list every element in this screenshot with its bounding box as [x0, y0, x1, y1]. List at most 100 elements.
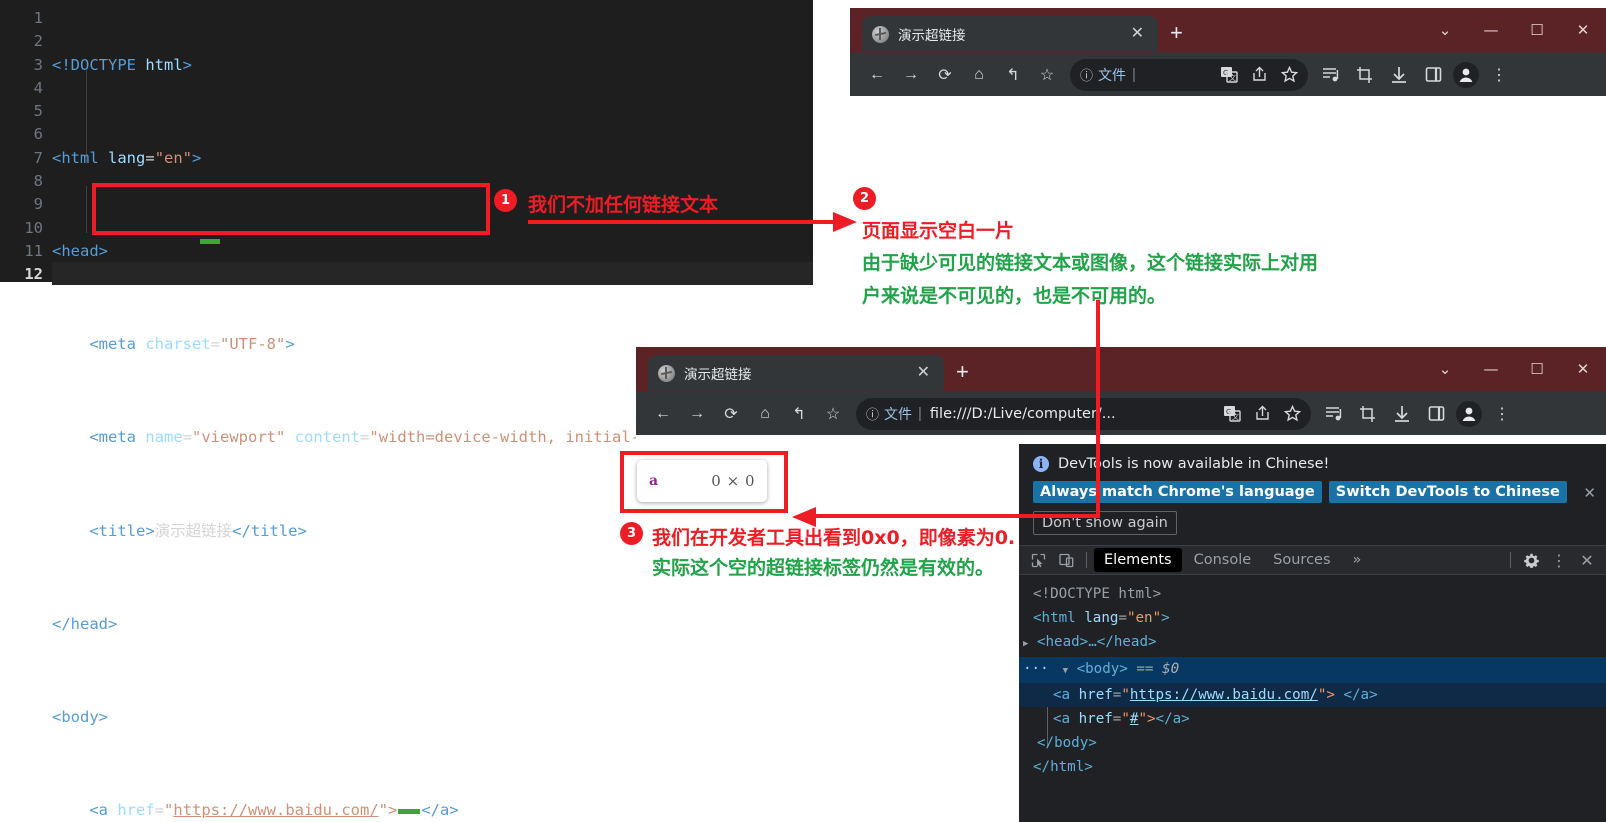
bookmark-star-icon[interactable] — [1274, 66, 1304, 83]
bookmark-star-icon[interactable]: ☆ — [816, 397, 850, 431]
home-icon[interactable]: ⌂ — [962, 58, 996, 92]
dom-text: </html> — [1033, 759, 1093, 776]
browser-tab[interactable]: 演示超链接 ✕ — [862, 16, 1158, 52]
chrome-menu-icon[interactable]: ⋮ — [1485, 397, 1519, 431]
code-token: 演示超链接 — [154, 521, 233, 540]
home-icon[interactable]: ⌂ — [748, 397, 782, 431]
tab-sources[interactable]: Sources — [1263, 548, 1340, 572]
screenshot-crop-icon[interactable] — [1351, 397, 1385, 431]
dom-line-body-selected[interactable]: ··· ▼ <body> == $0 — [1019, 656, 1606, 683]
code-line-3: <head> — [52, 240, 743, 263]
site-info-icon[interactable]: ⓘ — [866, 404, 879, 423]
dom-url-link[interactable]: https://www.baidu.com/ — [1130, 687, 1318, 703]
close-window-icon[interactable]: ✕ — [1560, 22, 1606, 38]
tab-elements[interactable]: Elements — [1094, 548, 1182, 572]
always-match-language-button[interactable]: Always match Chrome's language — [1033, 481, 1322, 503]
maximize-icon[interactable]: ☐ — [1514, 361, 1560, 377]
code-token: "en" — [154, 148, 193, 167]
back-icon[interactable]: ← — [860, 58, 894, 92]
side-panel-icon[interactable] — [1416, 58, 1450, 92]
profile-avatar[interactable] — [1453, 61, 1479, 88]
tab-console[interactable]: Console — [1184, 548, 1262, 572]
devtools-tabbar: Elements Console Sources » ⋮ ✕ — [1019, 545, 1606, 575]
dom-text: > — [1161, 610, 1170, 627]
dom-line-head[interactable]: ▶ <head>…</head> — [1019, 630, 1606, 656]
tab-search-chevron-icon[interactable]: ⌄ — [1422, 361, 1468, 377]
translate-icon[interactable]: G文 — [1217, 405, 1247, 422]
forward-icon[interactable]: → — [894, 58, 928, 92]
code-token: <html — [52, 148, 99, 167]
browser-window-top[interactable]: 演示超链接 ✕ + ⌄ — ☐ ✕ ← → ⟳ ⌂ ↰ ☆ ⓘ 文件 | G 文… — [850, 8, 1606, 106]
collapse-triangle-icon[interactable]: ▼ — [1063, 666, 1068, 676]
reading-list-icon[interactable] — [1317, 397, 1351, 431]
address-bar[interactable]: ⓘ 文件 | G文 — [1070, 58, 1308, 91]
address-bar[interactable]: ⓘ 文件 | file:///D:/Live/computer/... G文 — [856, 397, 1311, 430]
omnibox-separator: | — [1132, 66, 1136, 83]
annotation-badge-1: 1 — [494, 189, 517, 212]
code-token: </title> — [232, 521, 307, 540]
bookmark-star-icon[interactable]: ☆ — [1030, 58, 1064, 92]
translate-icon[interactable]: G文 — [1214, 66, 1244, 83]
close-window-icon[interactable]: ✕ — [1560, 361, 1606, 377]
expand-triangle-icon[interactable]: ▶ — [1023, 639, 1028, 649]
close-tab-icon[interactable]: ✕ — [913, 363, 934, 383]
url-text[interactable]: file:///D:/Live/computer/... — [930, 406, 1116, 422]
inspect-element-icon[interactable] — [1025, 548, 1051, 572]
close-devtools-icon[interactable]: ✕ — [1574, 548, 1600, 572]
dom-line-anchor-baidu[interactable]: <a href="https://www.baidu.com/"> </a> — [1019, 682, 1606, 708]
close-tab-icon[interactable]: ✕ — [1127, 24, 1148, 44]
download-icon[interactable] — [1385, 397, 1419, 431]
chrome-menu-icon[interactable]: ⋮ — [1482, 58, 1516, 92]
more-tabs-icon[interactable]: » — [1343, 548, 1372, 572]
site-info-icon[interactable]: ⓘ — [1080, 65, 1093, 84]
scheme-label: 文件 — [884, 406, 913, 423]
bookmark-star-icon[interactable] — [1277, 405, 1307, 422]
minimize-icon[interactable]: — — [1468, 22, 1514, 38]
dom-line-body-close[interactable]: </body> — [1019, 731, 1606, 755]
annotation-text-1: 我们不加任何链接文本 — [528, 194, 719, 216]
tab-search-chevron-icon[interactable]: ⌄ — [1422, 22, 1468, 38]
device-toolbar-icon[interactable] — [1053, 548, 1079, 572]
share-icon[interactable] — [1244, 66, 1274, 83]
settings-gear-icon[interactable] — [1518, 548, 1544, 572]
dom-text: </a> — [1155, 711, 1190, 728]
close-notice-icon[interactable]: ✕ — [1583, 484, 1596, 502]
browser-titlebar: 演示超链接 ✕ + ⌄ — ☐ ✕ — [636, 347, 1606, 391]
dom-line-html-close[interactable]: </html> — [1019, 755, 1606, 779]
code-token: href — [117, 801, 155, 820]
side-panel-icon[interactable] — [1419, 397, 1453, 431]
globe-favicon-icon — [658, 364, 675, 382]
maximize-icon[interactable]: ☐ — [1514, 22, 1560, 38]
dom-line-html[interactable]: <html lang="en"> — [1019, 606, 1606, 630]
annotation-text-3-green: 实际这个空的超链接标签仍然是有效的。 — [652, 557, 995, 579]
minimize-icon[interactable]: — — [1468, 361, 1514, 377]
undo-icon[interactable]: ↰ — [996, 58, 1030, 92]
download-icon[interactable] — [1382, 58, 1416, 92]
browser-toolbar: ← → ⟳ ⌂ ↰ ☆ ⓘ 文件 | G文 ⋮ — [850, 52, 1606, 96]
share-icon[interactable] — [1247, 405, 1277, 422]
undo-icon[interactable]: ↰ — [782, 397, 816, 431]
code-editor[interactable]: 1 2 3 4 5 6 7 8 9 10 11 12 <!DOCTYPE htm… — [0, 0, 813, 819]
dom-text: "> — [1317, 686, 1335, 703]
reading-list-icon[interactable] — [1314, 58, 1348, 92]
profile-avatar[interactable] — [1456, 400, 1482, 427]
new-tab-button[interactable]: + — [956, 361, 969, 383]
new-tab-button[interactable]: + — [1170, 22, 1183, 44]
back-icon[interactable]: ← — [646, 397, 680, 431]
code-token-url[interactable]: https://www.baidu.com/ — [173, 801, 378, 819]
switch-to-chinese-button[interactable]: Switch DevTools to Chinese — [1328, 481, 1567, 503]
browser-tab[interactable]: 演示超链接 ✕ — [648, 355, 944, 391]
svg-text:文: 文 — [1229, 73, 1236, 82]
dom-line-doctype[interactable]: <!DOCTYPE html> — [1019, 582, 1606, 606]
screenshot-crop-icon[interactable] — [1348, 58, 1382, 92]
dom-tree[interactable]: <!DOCTYPE html> <html lang="en"> ▶ <head… — [1019, 575, 1606, 780]
dom-line-anchor-hash[interactable]: <a href="#"></a> — [1019, 707, 1606, 731]
devtools-panel[interactable]: i DevTools is now available in Chinese! … — [1019, 444, 1606, 822]
forward-icon[interactable]: → — [680, 397, 714, 431]
dom-text: = — [1118, 610, 1127, 627]
code-token: " — [164, 801, 174, 820]
reload-icon[interactable]: ⟳ — [714, 397, 748, 431]
devtools-more-options-icon[interactable]: ⋮ — [1546, 548, 1572, 572]
reload-icon[interactable]: ⟳ — [928, 58, 962, 92]
code-token: <meta — [89, 428, 136, 447]
